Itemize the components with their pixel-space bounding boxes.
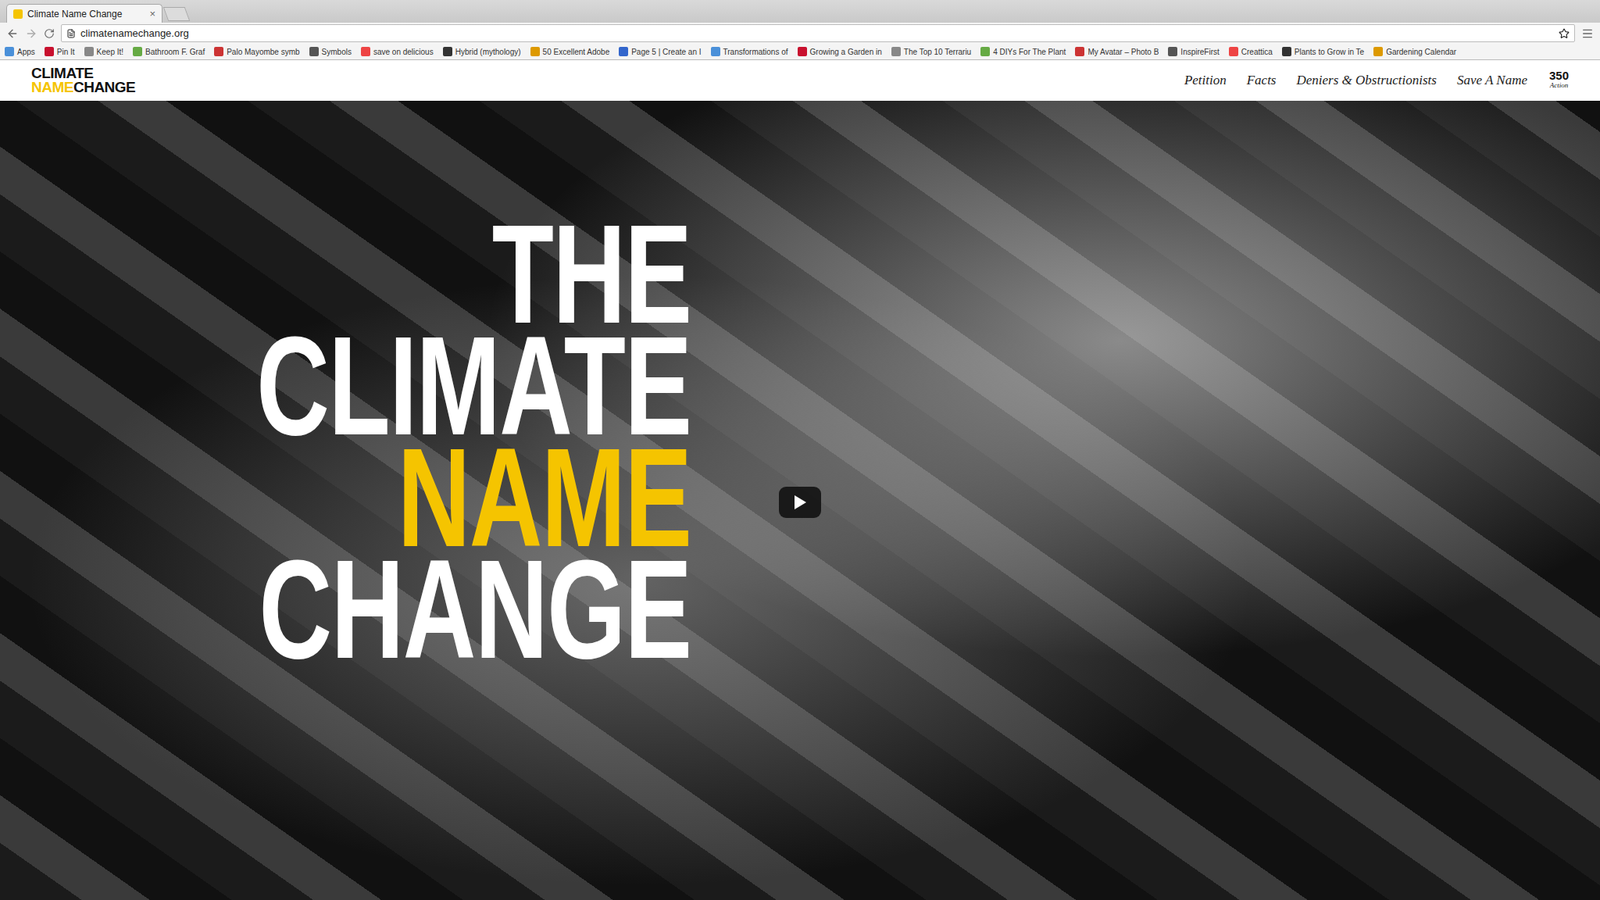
bookmark[interactable]: Transformations of (710, 46, 789, 57)
nav-link[interactable]: Petition (1184, 72, 1227, 89)
bookmark-icon (618, 46, 629, 57)
new-tab-button[interactable] (163, 7, 191, 22)
bookmark[interactable]: Growing a Garden in (797, 46, 883, 57)
bookmark[interactable]: Pin It (44, 46, 75, 57)
nav-link[interactable]: Deniers & Obstructionists (1296, 72, 1436, 89)
bookmark-icon (980, 46, 990, 57)
bookmark[interactable]: Creattica (1228, 46, 1273, 57)
browser-tab[interactable]: Climate Name Change × (6, 3, 163, 23)
bookmark-icon (797, 46, 808, 57)
bookmark-icon (1282, 46, 1292, 57)
bookmark-icon (44, 46, 54, 57)
main-nav: Petition Facts Deniers & Obstructionists Sa… (1184, 70, 1569, 91)
bookmark[interactable]: InspireFirst (1167, 46, 1219, 57)
bookmark-icon (442, 46, 453, 57)
bookmark[interactable]: Bathroom F. Graf (132, 46, 205, 57)
bookmark-icon (530, 46, 540, 57)
back-icon[interactable] (6, 27, 19, 40)
bookmark-icon (1075, 46, 1085, 57)
bookmarks-bar: Apps Pin It Keep It! Bathroom F. Graf Palo M… (0, 43, 1600, 61)
partner-logo[interactable]: 350Action (1549, 70, 1569, 91)
bookmark-icon (1167, 46, 1178, 57)
bookmark[interactable]: 4 DIYs For The Plant (980, 46, 1066, 57)
address-row: climatenamechange.org (0, 22, 1600, 44)
bookmark[interactable]: save on delicious (360, 46, 434, 57)
bookmark-icon (710, 46, 721, 57)
bookmark-icon (1373, 46, 1383, 57)
play-icon (792, 494, 808, 511)
bookmark-icon (214, 46, 224, 57)
bookmark-icon (891, 46, 901, 57)
bookmark[interactable]: The Top 10 Terrariu (891, 46, 972, 57)
reload-icon[interactable] (43, 28, 55, 40)
bookmark-icon (84, 46, 94, 57)
bookmark-icon (1228, 46, 1239, 57)
title-line: NAME (397, 441, 692, 554)
bookmark[interactable]: Apps (4, 46, 36, 57)
title-line: CHANGE (259, 553, 692, 665)
bookmark[interactable]: Gardening Calendar (1373, 46, 1457, 57)
forward-icon[interactable] (25, 27, 38, 40)
bookmark[interactable]: Plants to Grow in Te (1282, 46, 1365, 57)
hero-title: THECLIMATENAMECHANGE (257, 217, 692, 900)
tab-title: Climate Name Change (27, 8, 145, 20)
bookmark[interactable]: Page 5 | Create an I (618, 46, 701, 57)
star-icon[interactable] (1558, 28, 1570, 40)
site-logo[interactable]: CLIMATENAMECHANGE (31, 66, 136, 95)
title-line: CLIMATE (257, 329, 692, 442)
play-button[interactable] (778, 486, 822, 518)
hero-video: THECLIMATENAMECHANGE (0, 100, 1600, 900)
bookmark[interactable]: 50 Excellent Adobe (530, 46, 611, 57)
title-column: THECLIMATENAMECHANGE (0, 100, 692, 900)
menu-icon[interactable] (1581, 27, 1594, 40)
nav-link[interactable]: Facts (1246, 72, 1277, 89)
title-line: THE (492, 217, 692, 330)
bookmark[interactable]: Hybrid (mythology) (442, 46, 522, 57)
bookmark[interactable]: Symbols (309, 46, 352, 57)
bookmark-icon (4, 46, 15, 57)
address-bar[interactable]: climatenamechange.org (60, 24, 1575, 43)
bookmark[interactable]: Keep It! (84, 46, 124, 57)
bookmark-icon (132, 46, 143, 57)
tab-close[interactable]: × (149, 7, 156, 20)
bookmark-icon (360, 46, 371, 57)
page-icon (66, 28, 76, 39)
bookmark-icon (309, 46, 319, 57)
favicon-icon (13, 9, 23, 19)
browser-window: Climate Name Change × climatenamechange.or… (0, 0, 1600, 900)
bookmark[interactable]: My Avatar – Photo B (1075, 46, 1159, 57)
url-text: climatenamechange.org (80, 27, 1554, 40)
tab-strip: Climate Name Change × (0, 0, 1600, 23)
nav-link[interactable]: Save A Name (1457, 72, 1528, 89)
bookmark[interactable]: Palo Mayombe symb (214, 46, 300, 57)
site-header: CLIMATENAMECHANGE Petition Facts Deniers & … (0, 60, 1600, 101)
